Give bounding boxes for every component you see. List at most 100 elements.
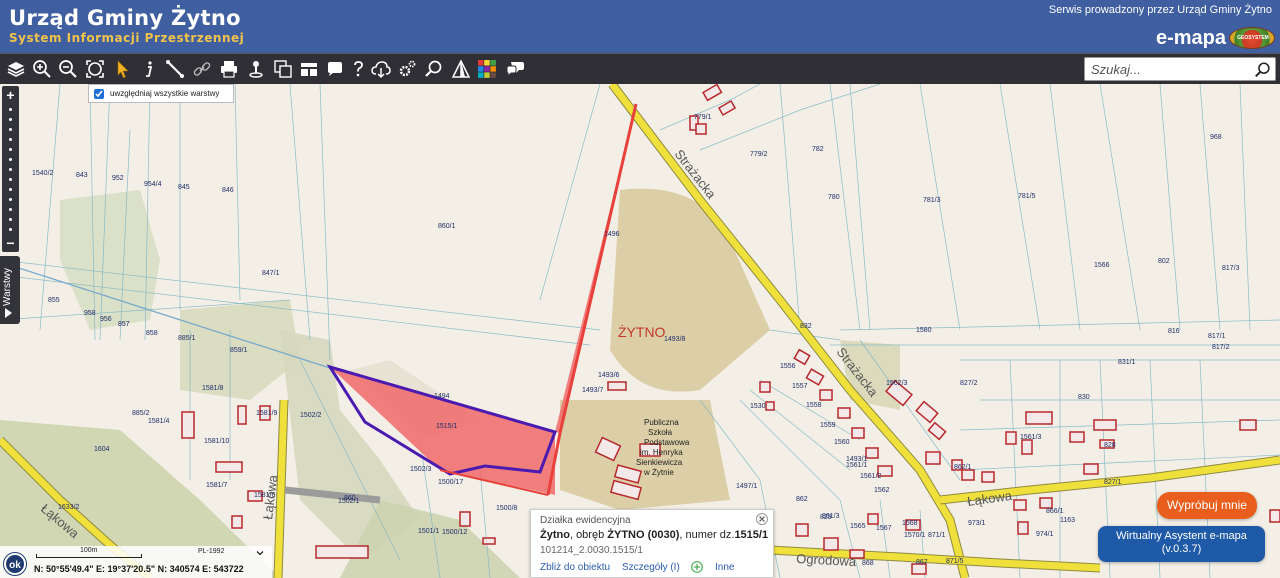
parcel-description: Żytno, obręb ŻYTNO (0030), numer dz.1515… [540,529,769,541]
include-all-layers-option[interactable]: uwzględniaj wszystkie warstwy [88,84,234,103]
search-tool-icon[interactable] [423,58,445,80]
parcel-number-label: 1581/4 [148,418,170,425]
chat-icon[interactable] [504,58,526,80]
layers-tab-label: Warstwy [2,268,13,306]
svg-text:Szkoła: Szkoła [648,428,673,437]
zoom-level-dot[interactable] [9,138,12,141]
zoom-level-dot[interactable] [9,208,12,211]
parcel-number-label: 858 [146,330,158,337]
zoom-to-object-link[interactable]: Zbliż do obiektu [540,562,610,573]
ok-button[interactable]: ok [4,553,26,575]
layout-icon[interactable] [298,58,320,80]
parcel-number-label: 817/1 [1208,333,1226,340]
include-all-layers-checkbox[interactable] [94,88,104,99]
zoom-in-icon[interactable] [31,58,53,80]
assistant-version: (v.0.3.7) [1161,543,1202,555]
terrain-icon[interactable] [450,58,472,80]
parcel-number-label: 1580 [916,327,932,334]
layers-tab[interactable]: Warstwy [0,256,20,324]
help-icon[interactable] [347,58,369,80]
zoom-level-dot[interactable] [9,178,12,181]
close-icon[interactable] [756,513,768,525]
color-grid-icon[interactable] [476,58,498,80]
search-field[interactable] [1084,57,1276,81]
zoom-minus-button[interactable]: − [2,236,19,250]
coordinates-panel: ok 100m PL-1992 N: 50°55'49.4" E: 19°37'… [0,546,272,578]
parcel-number-label: 1562/3 [886,380,908,387]
parcel-number-label: 1493/6 [598,372,620,379]
map-canvas[interactable]: 1540/2 843 952 954/4 845 846 860/1 847/1 855 958 9… [0,84,1280,578]
app-header: Urząd Gminy Żytno System Informacji Prze… [0,0,1280,53]
zoom-level-dot[interactable] [9,158,12,161]
map-view[interactable]: 1540/2 843 952 954/4 845 846 860/1 847/1 855 958 9… [0,84,1280,578]
parcel-precinct: ŻYTNO (0030) [607,529,680,541]
parcel-number-label: 830 [1078,394,1090,401]
place-label: ŻYTNO [618,323,666,340]
parcel-number-label: 871/5 [946,558,964,565]
scale-bar [36,554,142,558]
zoom-level-dot[interactable] [9,188,12,191]
location-icon[interactable] [245,58,267,80]
toolbar [0,53,1280,84]
zoom-level-dot[interactable] [9,128,12,131]
zoom-level-dot[interactable] [9,228,12,231]
settings-icon[interactable] [396,58,418,80]
svg-text:Sienkiewicza: Sienkiewicza [636,458,683,467]
zoom-slider[interactable]: + − [2,86,19,252]
app-title: Urząd Gminy Żytno [9,6,241,30]
search-input[interactable] [1091,61,1251,78]
cloud-icon[interactable] [370,58,392,80]
zoom-level-dot[interactable] [9,168,12,171]
parcel-number-label: 1493/8 [664,336,686,343]
parcel-number-label: 860/1 [438,223,456,230]
measure-icon[interactable] [164,58,186,80]
emapa-logo: e-mapa [1155,27,1226,49]
zoom-extent-icon[interactable] [84,58,106,80]
other-link[interactable]: Inne [715,562,734,573]
parcel-place: Żytno [540,529,570,541]
info-icon[interactable] [138,58,160,80]
parcel-number-label: 827/2 [960,380,978,387]
parcel-number-label: 1502/3 [410,466,432,473]
svg-text:Podstawowa: Podstawowa [644,438,690,447]
scale-label: 100m [80,547,98,554]
details-link[interactable]: Szczegóły (I) [622,562,680,573]
print-icon[interactable] [218,58,240,80]
zoom-level-dot[interactable] [9,148,12,151]
comment-icon[interactable] [324,58,346,80]
parcel-identifier: 101214_2.0030.1515/1 [540,545,643,556]
parcel-number-label: 1562 [874,487,890,494]
zoom-level-dot[interactable] [9,118,12,121]
parcel-number-label: 817/2 [1212,344,1230,351]
link-icon[interactable] [191,58,213,80]
parcel-number-label: 855 [48,297,60,304]
try-me-button[interactable]: Wypróbuj mnie [1157,492,1257,519]
parcel-number-label: 1561/1 [846,462,868,469]
plus-circle-icon[interactable] [691,561,703,573]
parcel-number-label: 1566 [1094,262,1110,269]
search-icon[interactable] [1254,61,1272,79]
virtual-assistant-button[interactable]: Wirtualny Asystent e-mapa (v.0.3.7) [1098,526,1265,562]
pointer-icon[interactable] [112,58,134,80]
parcel-number-label: 1556 [780,363,796,370]
parcel-number-label: 1559 [820,422,836,429]
zoom-level-dot[interactable] [9,108,12,111]
layers-icon[interactable] [5,58,27,80]
parcel-number-label: 866/1 [1046,508,1064,515]
geosystem-logo-text: GEOSYSTEM [1237,35,1269,41]
parcel-number-label: 828 [1104,442,1116,449]
zoom-level-dot[interactable] [9,198,12,201]
zoom-level-dot[interactable] [9,218,12,221]
parcel-number-label: 1493/1 [846,456,868,463]
zoom-out-icon[interactable] [57,58,79,80]
parcel-number-label: 1163 [1060,517,1075,524]
zoom-plus-button[interactable]: + [2,88,19,102]
parcel-number-label: 1500/17 [438,479,463,486]
expand-arrow-icon [5,308,12,318]
street-label: Ogrodowa [796,551,857,569]
parcel-number: 1515/1 [734,529,769,541]
parcel-number-label: 861/3 [822,513,840,520]
chevron-down-icon[interactable] [256,549,264,557]
copy-icon[interactable] [272,58,294,80]
parcel-number-label: 1567 [876,525,892,532]
